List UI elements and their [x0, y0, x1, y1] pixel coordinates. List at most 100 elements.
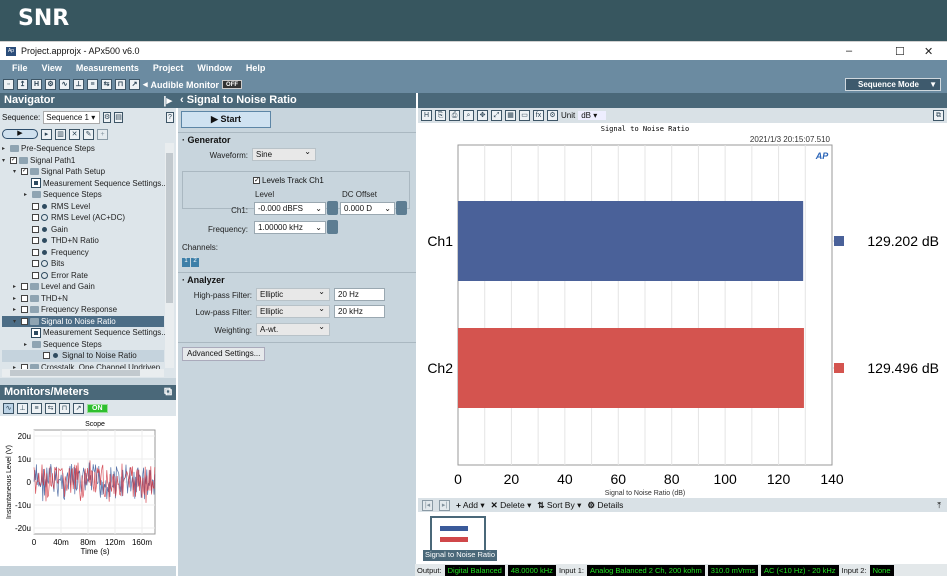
pan-icon[interactable]: ✥ — [477, 110, 488, 121]
tree-item[interactable]: THD+N Ratio — [2, 235, 164, 247]
checkbox[interactable]: ✓ — [21, 168, 28, 176]
checkbox[interactable] — [32, 260, 39, 268]
expander-icon[interactable]: ▸ — [2, 145, 10, 152]
checkbox[interactable] — [21, 294, 28, 302]
pulse-icon[interactable]: ⊓ — [115, 79, 126, 90]
expander-icon[interactable]: ▸ — [24, 341, 32, 348]
run-sequence-button[interactable]: ▶ — [2, 129, 38, 139]
next-icon[interactable]: ▸| — [439, 499, 450, 511]
menu-window[interactable]: Window — [197, 63, 231, 73]
menu-help[interactable]: Help — [246, 63, 266, 73]
graph-settings-icon[interactable]: ⚙ — [547, 110, 558, 121]
channel-2-toggle[interactable]: 2 — [191, 258, 199, 267]
hp-filter-input[interactable]: 20 Hz — [334, 288, 385, 301]
audible-monitor-toggle[interactable]: OFF — [222, 80, 243, 89]
meter-icon[interactable]: ≡ — [31, 402, 42, 414]
run-step-icon[interactable]: ▸ — [41, 128, 52, 140]
fit-icon[interactable]: ⤢ — [491, 110, 502, 121]
tree-item[interactable]: Bits — [2, 258, 164, 270]
menu-view[interactable]: View — [42, 63, 62, 73]
function-icon[interactable]: fx — [533, 110, 544, 121]
swap-icon[interactable]: ⇆ — [101, 79, 112, 90]
ch1-level-input[interactable]: -0.000 dBFS ⌄ — [254, 202, 326, 215]
hp-filter-select[interactable]: Elliptic — [256, 287, 330, 301]
checkbox[interactable]: ✓ — [10, 156, 17, 164]
advanced-settings-button[interactable]: Advanced Settings... — [182, 347, 266, 361]
tree-item[interactable]: ▾ ✓ Signal Path1 — [2, 155, 164, 167]
checkbox[interactable] — [32, 202, 39, 210]
tree-item[interactable]: ▾ ✓ Signal Path Setup — [2, 166, 164, 178]
sample-rate-value[interactable]: 48.0000 kHz — [507, 564, 556, 576]
input2-value[interactable]: None — [869, 564, 894, 576]
back-icon[interactable]: ‹ — [180, 94, 187, 106]
tree-item[interactable]: ▸ Frequency Response — [2, 304, 164, 316]
result-thumbnail[interactable] — [430, 516, 486, 552]
checkbox[interactable] — [21, 317, 28, 325]
checkbox[interactable] — [32, 214, 39, 222]
expander-icon[interactable]: ▸ — [13, 295, 21, 302]
expander-icon[interactable]: ▸ — [13, 283, 21, 290]
chart-icon[interactable]: ▥ — [55, 128, 66, 140]
scope-icon[interactable]: ∿ — [59, 79, 70, 90]
popout-icon[interactable]: ⧉ — [164, 386, 172, 399]
checkbox[interactable] — [43, 352, 50, 360]
sequence-mode-dropdown[interactable]: Sequence Mode ▼ — [845, 78, 941, 91]
tree-item[interactable]: ▸ Level and Gain — [2, 281, 164, 293]
new-icon[interactable]: ▫ — [3, 79, 14, 90]
popout-icon[interactable]: ⧉ — [933, 110, 944, 121]
tree-scrollbar[interactable] — [165, 143, 174, 368]
checkbox[interactable] — [32, 271, 39, 279]
tree-item[interactable]: Measurement Sequence Settings... — [2, 327, 168, 339]
channel-1-toggle[interactable]: 1 — [182, 258, 190, 267]
tree-item[interactable]: ▸ Sequence Steps — [2, 339, 164, 351]
monitor-on-toggle[interactable]: ON — [87, 403, 108, 413]
expander-icon[interactable]: ▾ — [2, 157, 10, 164]
frequency-input[interactable]: 1.00000 kHz ⌄ — [254, 221, 326, 234]
copy-icon[interactable]: ⎘ — [435, 110, 446, 121]
meter-icon[interactable]: ≡ — [87, 79, 98, 90]
checkbox[interactable] — [21, 306, 28, 314]
save-icon[interactable]: H — [31, 79, 42, 90]
menu-measurements[interactable]: Measurements — [76, 63, 139, 73]
delete-icon[interactable]: ✕ — [69, 128, 80, 140]
pin-icon[interactable]: |▸ — [163, 94, 172, 107]
tree-item[interactable]: Frequency — [2, 247, 164, 259]
input-level-value[interactable]: 310.0 mVrms — [707, 564, 759, 576]
lp-filter-select[interactable]: Elliptic — [256, 304, 330, 318]
menu-project[interactable]: Project — [153, 63, 184, 73]
expander-icon[interactable]: ▾ — [13, 168, 21, 175]
checkbox[interactable] — [32, 225, 39, 233]
ch1-dc-stepper[interactable] — [396, 201, 407, 215]
swap-icon[interactable]: ⇆ — [45, 402, 56, 414]
weighting-select[interactable]: A-wt. — [256, 322, 330, 336]
minimize-button[interactable]: – — [846, 45, 852, 57]
add-icon[interactable]: + — [97, 128, 108, 140]
wave-icon[interactable]: ↗ — [129, 79, 140, 90]
ch1-dc-input[interactable]: 0.000 D ⌄ — [340, 202, 395, 215]
tree-item[interactable]: Measurement Sequence Settings... — [2, 178, 168, 190]
unit-select[interactable]: dB ▾ — [578, 111, 607, 120]
frequency-stepper[interactable] — [327, 220, 338, 234]
close-button[interactable]: ✕ — [924, 45, 933, 58]
levels-track-checkbox[interactable]: ✓ Levels Track Ch1 — [253, 176, 324, 185]
wave-icon[interactable]: ↗ — [73, 402, 84, 414]
help-icon[interactable]: ? — [165, 111, 174, 123]
pulse-icon[interactable]: ⊓ — [59, 402, 70, 414]
waveform-select[interactable]: Sine — [252, 147, 316, 161]
tree-item[interactable]: ▸ Sequence Steps — [2, 189, 164, 201]
prev-icon[interactable]: |◂ — [422, 499, 433, 511]
tree-hscrollbar[interactable] — [2, 369, 164, 377]
sequence-select[interactable]: Sequence 1 ▾ — [43, 110, 100, 124]
input1-value[interactable]: Analog Balanced 2 Ch, 200 kohm — [586, 564, 705, 576]
ch1-level-stepper[interactable] — [327, 201, 338, 215]
maximize-button[interactable]: ☐ — [895, 45, 905, 58]
details-button[interactable]: ⚙ Details — [587, 500, 623, 511]
fft-icon[interactable]: ⊥ — [17, 402, 28, 414]
scope-icon[interactable]: ∿ — [3, 402, 14, 414]
sort-button[interactable]: ⇅ Sort By ▾ — [537, 500, 581, 511]
print-icon[interactable]: ⎙ — [449, 110, 460, 121]
tree-item[interactable]: RMS Level (AC+DC) — [2, 212, 164, 224]
checkbox[interactable] — [21, 283, 28, 291]
delete-button[interactable]: ✕ Delete ▾ — [491, 500, 532, 511]
add-button[interactable]: + Add ▾ — [456, 500, 485, 511]
